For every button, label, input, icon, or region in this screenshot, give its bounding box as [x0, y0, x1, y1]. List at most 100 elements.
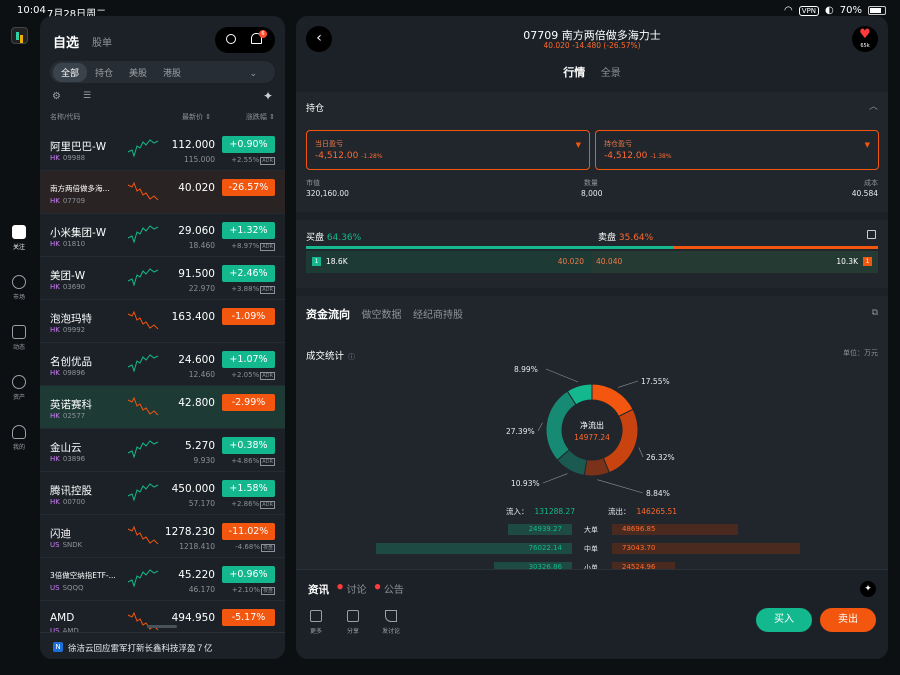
favorite-button[interactable]: ♥ 65k — [852, 26, 878, 52]
tab-lists[interactable]: 股单 — [92, 34, 112, 49]
stock-row[interactable]: 小米集团-W HK 01810 29.060 18.460 +1.32% +8.97% ADR — [40, 214, 285, 257]
stock-code: HK 03896 — [50, 455, 86, 463]
tab-capital-flow[interactable]: 资金流向 — [306, 308, 350, 321]
nav-rail: 关注 市场 动态 资产 我的 — [0, 20, 38, 675]
stock-row[interactable]: 泡泡玛特 HK 09992 163.400 -1.09% — [40, 300, 285, 343]
settings-icon[interactable]: ⚙ — [52, 91, 61, 102]
stock-name: 金山云 — [50, 442, 82, 454]
donut-slice-label: 26.32% — [646, 453, 675, 462]
ref-change: +2.10% 夜盘 — [231, 586, 275, 595]
change-badge[interactable]: +1.58% — [222, 480, 275, 497]
tab-announcements[interactable]: 公告 — [384, 585, 404, 596]
stock-row[interactable]: 南方两倍做多海... HK 07709 40.020 -26.57% — [40, 171, 285, 214]
rail-item-me[interactable]: 我的 — [0, 425, 38, 451]
news-ticker[interactable]: N 徐洁云回应雷军打新长鑫科技浮盈７亿 — [40, 632, 285, 659]
donut-slice — [591, 383, 634, 418]
change-badge[interactable]: +1.32% — [222, 222, 275, 239]
change-badge[interactable]: +1.07% — [222, 351, 275, 368]
tab-news[interactable]: 资讯 — [308, 584, 329, 596]
change-badge[interactable]: +0.96% — [222, 566, 275, 583]
cost-label: 成本 — [864, 179, 878, 187]
change-badge[interactable]: -2.99% — [222, 394, 275, 411]
filter-all[interactable]: 全部 — [53, 62, 88, 82]
change-badge[interactable]: -26.57% — [222, 179, 275, 196]
stock-row[interactable]: 腾讯控股 HK 00700 450.000 57.170 +1.58% +2.86% ADR — [40, 472, 285, 515]
stock-row[interactable]: 名创优品 HK 09896 24.600 12.460 +1.07% +2.05% ADR — [40, 343, 285, 386]
ai-sparkle-icon[interactable]: ✦ — [860, 581, 876, 597]
tab-short-data[interactable]: 做空数据 — [362, 310, 402, 321]
buy-ratio-bar — [306, 246, 675, 249]
rail-item-market[interactable]: 市场 — [0, 275, 38, 301]
tab-broker-holdings[interactable]: 经纪商持股 — [413, 310, 463, 321]
col-change[interactable]: 涨跌幅 ⇕ — [246, 112, 275, 122]
watchlist-panel: 自选 股单 6 全部 持仓 美股 港股 ⌄ ⚙ ☰ ✦ 名称/代码 最新价 ⇕ … — [40, 16, 285, 659]
stock-name: 名创优品 — [50, 356, 92, 368]
stock-row[interactable]: 金山云 HK 03896 5.270 9.930 +0.38% +4.86% ADR — [40, 429, 285, 472]
rail-item-feed[interactable]: 动态 — [0, 325, 38, 351]
hold-pnl-box[interactable]: 持仓盈亏 -4,512.00 -1.38% ▼ — [595, 130, 879, 170]
sparkle-icon[interactable]: ✦ — [263, 89, 273, 103]
sparkline — [127, 181, 159, 201]
change-badge[interactable]: +2.46% — [222, 265, 275, 282]
donut-slice-label: 8.99% — [514, 366, 538, 374]
ref-change: +8.97% ADR — [231, 242, 275, 251]
chevron-down-icon[interactable]: ⌄ — [241, 66, 265, 82]
ref-price: 57.170 — [188, 499, 215, 508]
pie-icon — [12, 375, 26, 389]
last-price: 91.500 — [178, 268, 215, 280]
stock-name: 阿里巴巴-W — [50, 141, 107, 153]
change-badge[interactable]: -11.02% — [222, 523, 275, 540]
col-price[interactable]: 最新价 ⇕ — [182, 112, 211, 122]
hold-pnl-value: -4,512.00 -1.38% — [604, 151, 672, 161]
moon-icon: ◐ — [825, 5, 834, 16]
tab-quote[interactable]: 行情 — [563, 66, 585, 79]
sort-icon[interactable]: ☰ — [83, 91, 91, 101]
stock-row[interactable]: 美团-W HK 03690 91.500 22.970 +2.46% +3.88% ADR — [40, 257, 285, 300]
donut-leader-line — [618, 380, 639, 388]
rail-item-assets[interactable]: 资产 — [0, 375, 38, 401]
tab-watchlist[interactable]: 自选 — [53, 32, 79, 51]
rail-item-watchlist[interactable]: 关注 — [0, 225, 38, 251]
clock: 10:04 — [17, 5, 46, 16]
bid-qty: 18.6K — [326, 257, 348, 266]
info-icon: ⓘ — [348, 353, 356, 361]
bid-level: 1 18.6K 40.020 — [306, 251, 592, 273]
today-pnl-box[interactable]: 当日盈亏 -4,512.00 -1.28% ▼ — [306, 130, 590, 170]
orderbook-toggle-icon[interactable] — [867, 230, 876, 239]
battery-percent: 70% — [839, 5, 862, 16]
compass-icon — [12, 275, 26, 289]
ask-qty: 10.3K — [836, 257, 858, 266]
stock-row[interactable]: 3倍做空纳指ETF-... US SQQQ 45.220 46.170 +0.96% +2.… — [40, 558, 285, 601]
chevron-up-icon[interactable]: ︿ — [869, 99, 878, 112]
change-badge[interactable]: +0.90% — [222, 136, 275, 153]
header-actions: 6 — [215, 27, 275, 53]
tab-overview[interactable]: 全景 — [601, 68, 621, 79]
filter-us[interactable]: 美股 — [121, 63, 155, 82]
stock-name: AMD — [50, 612, 75, 624]
filter-hk[interactable]: 港股 — [155, 63, 189, 82]
search-icon[interactable] — [226, 34, 236, 44]
donut-center-value: 14977.24 — [574, 433, 610, 442]
stock-row[interactable]: 英诺赛科 HK 02577 42.800 -2.99% — [40, 386, 285, 429]
donut-leader-line — [638, 447, 644, 458]
stock-name: 腾讯控股 — [50, 485, 92, 497]
ref-change: +2.86% ADR — [231, 500, 275, 509]
market-filter: 全部 持仓 美股 港股 ⌄ — [50, 61, 275, 83]
tab-discussion[interactable]: 讨论 — [346, 585, 366, 596]
post-discussion-button[interactable]: 发讨论 — [376, 610, 406, 635]
change-badge[interactable]: -5.17% — [222, 609, 275, 626]
change-badge[interactable]: -1.09% — [222, 308, 275, 325]
more-button[interactable]: 更多 — [301, 610, 331, 635]
drag-handle[interactable] — [147, 625, 177, 628]
sell-button[interactable]: 卖出 — [820, 608, 876, 632]
filter-holdings[interactable]: 持仓 — [87, 63, 121, 82]
share-button[interactable]: 分享 — [338, 610, 368, 635]
app-logo[interactable] — [11, 27, 28, 44]
stock-row[interactable]: 阿里巴巴-W HK 09988 112.000 115.000 +0.90% +2.55% A… — [40, 128, 285, 171]
external-link-icon[interactable]: ⧉ — [872, 308, 878, 318]
last-price: 450.000 — [171, 483, 215, 495]
buy-button[interactable]: 买入 — [756, 608, 812, 632]
last-price: 163.400 — [171, 311, 215, 323]
change-badge[interactable]: +0.38% — [222, 437, 275, 454]
stock-row[interactable]: 闪迪 US SNDK 1278.230 1218.410 -11.02% -4.68% 夜盘 — [40, 515, 285, 558]
